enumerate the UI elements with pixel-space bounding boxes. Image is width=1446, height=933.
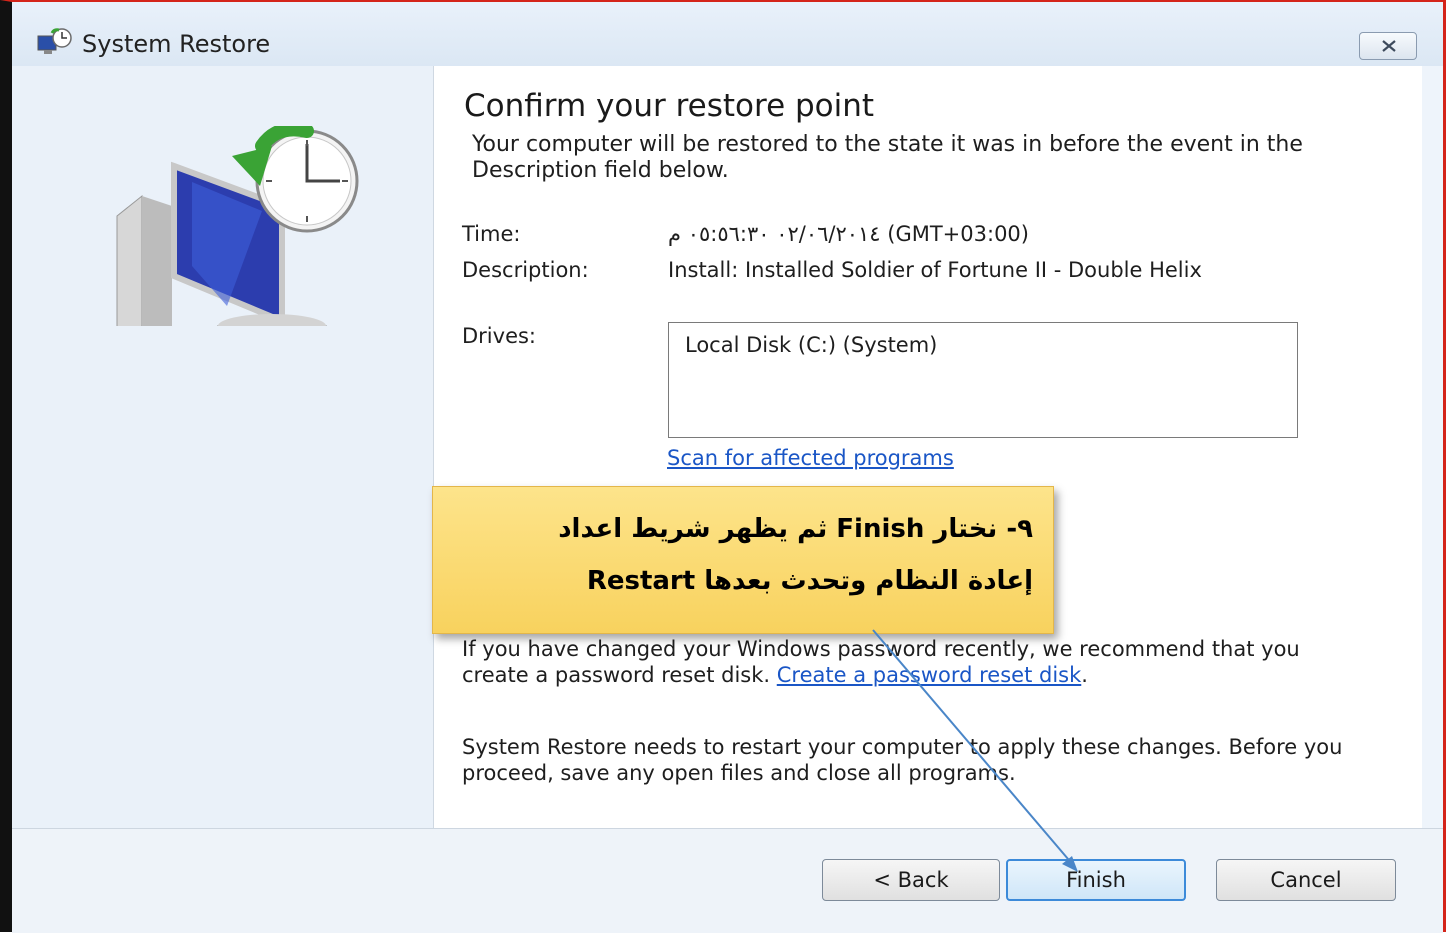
annotation-callout: ٩- نختار Finish ثم يظهر شريط اعداد إعادة… (432, 486, 1054, 634)
time-value: ٠٢/٠٦/٢٠١٤ ٠٥:٥٦:٣٠ م (GMT+03:00) (668, 222, 1029, 246)
page-title: Confirm your restore point (464, 88, 875, 124)
description-label: Description: (462, 258, 589, 282)
drives-list[interactable]: Local Disk (C:) (System) (668, 322, 1298, 438)
back-button[interactable]: < Back (822, 859, 1000, 901)
left-panel (12, 66, 433, 828)
scan-affected-programs-link[interactable]: Scan for affected programs (667, 446, 954, 470)
window-title: System Restore (82, 30, 271, 58)
description-value: Install: Installed Soldier of Fortune II… (668, 258, 1202, 282)
system-restore-icon (37, 28, 72, 54)
close-button[interactable] (1359, 32, 1417, 60)
finish-button[interactable]: Finish (1006, 859, 1186, 901)
password-paragraph: If you have changed your Windows passwor… (462, 637, 1300, 687)
system-restore-icon (116, 126, 359, 326)
time-label: Time: (462, 222, 521, 246)
button-bar: < Back Finish Cancel (12, 828, 1443, 933)
drives-label: Drives: (462, 324, 537, 348)
annotation-text: ٩- نختار Finish ثم يظهر شريط اعداد إعادة… (558, 514, 1033, 596)
cancel-button[interactable]: Cancel (1216, 859, 1396, 901)
title-bar: System Restore (12, 2, 1443, 66)
create-password-reset-disk-link[interactable]: Create a password reset disk (777, 663, 1082, 687)
close-icon (1382, 40, 1396, 52)
intro-text: Your computer will be restored to the st… (472, 132, 1303, 183)
content-panel: Confirm your restore point Your computer… (433, 66, 1422, 828)
drive-item[interactable]: Local Disk (C:) (System) (685, 333, 937, 357)
restart-notice: System Restore needs to restart your com… (462, 735, 1343, 785)
